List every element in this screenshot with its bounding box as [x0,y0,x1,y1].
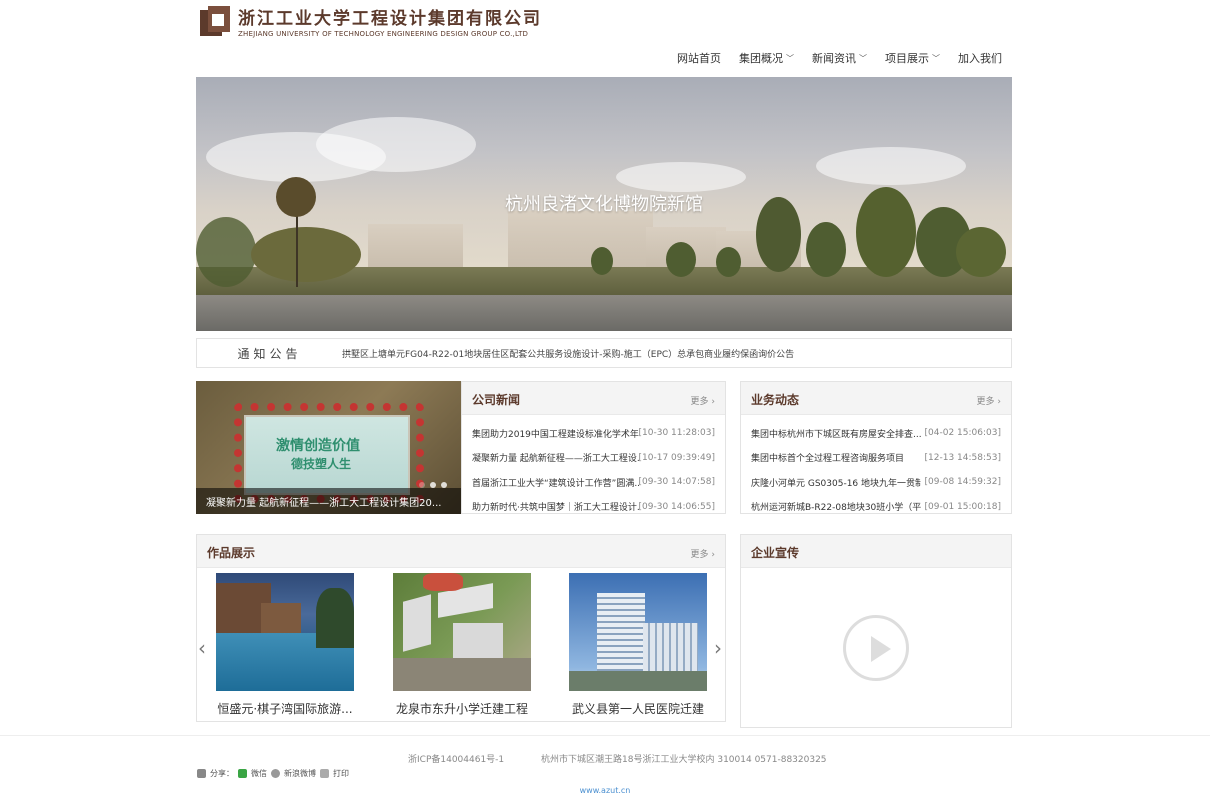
panel-title: 业务动态 [751,393,800,407]
footer-address: 杭州市下城区潮王路18号浙江工业大学校内 310014 0571-8832032… [541,755,827,765]
chevron-right-icon: › [997,397,1001,407]
notice-label: 通知公告 [237,346,302,361]
notice-link[interactable]: 拱墅区上塘单元FG04-R22-01地块居住区配套公共服务设施设计-采购-施工（… [342,347,794,360]
company-logo[interactable]: 浙江工业大学工程设计集团有限公司 ZHEJIANG UNIVERSITY OF … [200,4,542,38]
share-label: 分享： [210,769,234,778]
panel-title: 企业宣传 [751,546,800,560]
chevron-right-icon: › [711,550,715,560]
list-item[interactable]: 庆隆小河单元 GS0305-16 地块九年一贯制... [09-08 14:59:… [751,470,1001,495]
list-item[interactable]: 集团助力2019中国工程建设标准化学术年... [10-30 11:28:03] [472,421,715,446]
works-item[interactable]: 恒盛元·棋子湾国际旅游... [216,573,354,717]
list-item[interactable]: 杭州运河新城B-R22-08地块30班小学（平... [09-01 15:00:1… [751,495,1001,520]
site-url[interactable]: www.azut.cn [0,786,1210,795]
nav-projects[interactable]: 项目展示 ﹀ [885,50,940,66]
business-news-panel: 业务动态 更多 › 集团中标杭州市下城区既有房屋安全排查... [04-02 15… [740,381,1012,514]
works-item[interactable]: 龙泉市东升小学迁建工程 [393,573,531,717]
company-name-cn: 浙江工业大学工程设计集团有限公司 [238,9,542,29]
panel-title: 公司新闻 [472,393,521,407]
nav-home[interactable]: 网站首页 [677,50,721,66]
list-item[interactable]: 助力新时代·共筑中国梦｜浙工大工程设计... [09-30 14:06:55] [472,495,715,520]
works-caption[interactable]: 武义县第一人民医院迁建 [569,700,707,717]
chevron-down-icon: ﹀ [786,53,794,63]
nav-group-overview[interactable]: 集团概况 ﹀ [739,50,794,66]
nav-news[interactable]: 新闻资讯 ﹀ [812,50,867,66]
works-image[interactable] [569,573,707,691]
carousel-next-button[interactable]: › [714,636,722,660]
banner-title: 杭州良渚文化博物院新馆 [505,194,703,215]
company-news-panel: 公司新闻 更多 › 集团助力2019中国工程建设标准化学术年... [10-30 … [461,381,726,514]
news-photo-slider[interactable]: 激情创造价值 德技塑人生 凝聚新力量 起航新征程——浙工大工程设计集团20... [196,381,461,514]
share-bar: 分享： 微信 新浪微博 打印 [197,768,349,779]
photo-caption[interactable]: 凝聚新力量 起航新征程——浙工大工程设计集团20... [196,488,461,514]
works-caption[interactable]: 龙泉市东升小学迁建工程 [393,700,531,717]
footer: 浙ICP备14004461号-1 杭州市下城区潮王路18号浙江工业大学校内 31… [0,735,1210,810]
share-wechat[interactable]: 微信 [251,768,267,779]
carousel-prev-button[interactable]: ‹ [198,636,206,660]
list-item[interactable]: 凝聚新力量 起航新征程——浙工大工程设... [10-17 09:39:49] [472,446,715,471]
share-weibo[interactable]: 新浪微博 [284,768,316,779]
weibo-icon[interactable] [271,769,280,778]
chevron-right-icon: › [711,397,715,407]
video-play-button[interactable] [843,615,909,681]
icp-link[interactable]: 浙ICP备14004461号-1 [408,755,504,765]
more-link[interactable]: 更多 › [691,394,716,407]
works-image[interactable] [393,573,531,691]
list-item[interactable]: 集团中标杭州市下城区既有房屋安全排查... [04-02 15:06:03] [751,421,1001,446]
company-name-en: ZHEJIANG UNIVERSITY OF TECHNOLOGY ENGINE… [238,30,529,38]
works-item[interactable]: 武义县第一人民医院迁建 [569,573,707,717]
play-icon [871,636,891,662]
photo-banner-line1: 激情创造价值 [276,438,360,454]
share-print[interactable]: 打印 [333,768,349,779]
works-image[interactable] [216,573,354,691]
nav-join-us[interactable]: 加入我们 [958,50,1002,66]
logo-icon [200,6,230,36]
more-link[interactable]: 更多 › [977,394,1002,407]
list-item[interactable]: 集团中标首个全过程工程咨询服务项目 [12-13 14:58:53] [751,446,1001,471]
panel-title: 作品展示 [207,546,256,560]
print-icon[interactable] [320,769,329,778]
list-item[interactable]: 首届浙江工业大学“建筑设计工作营”圆满... [09-30 14:07:58] [472,470,715,495]
wechat-icon[interactable] [238,769,247,778]
notice-bar: 通知公告 拱墅区上塘单元FG04-R22-01地块居住区配套公共服务设施设计-采… [196,338,1012,368]
main-nav: 网站首页 集团概况 ﹀ 新闻资讯 ﹀ 项目展示 ﹀ 加入我们 [659,50,1002,66]
hero-banner[interactable]: 杭州良渚文化博物院新馆 [196,77,1012,331]
chevron-down-icon: ﹀ [859,53,867,63]
works-caption[interactable]: 恒盛元·棋子湾国际旅游... [216,700,354,717]
more-link[interactable]: 更多 › [691,547,716,560]
chevron-down-icon: ﹀ [932,53,940,63]
share-icon [197,769,206,778]
photo-banner-line2: 德技塑人生 [291,457,352,471]
